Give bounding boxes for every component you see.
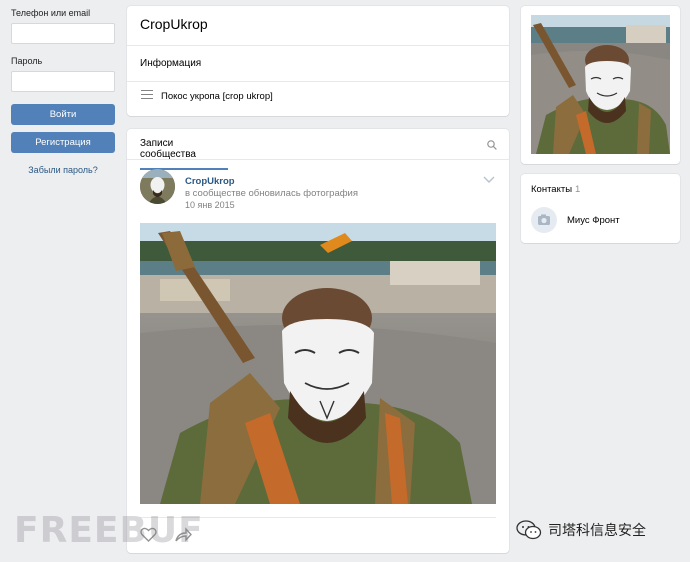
contacts-title-label: Контакты [531, 184, 573, 195]
lines-icon [141, 90, 153, 100]
camera-icon[interactable] [531, 207, 557, 233]
chevron-down-icon[interactable] [483, 176, 495, 184]
password-input[interactable] [11, 71, 115, 92]
phone-input[interactable] [11, 23, 115, 44]
post-action-text: в сообществе обновилась фотография [185, 188, 358, 199]
search-icon[interactable] [487, 140, 497, 150]
tab-community-posts[interactable]: Записи сообщества [140, 138, 228, 170]
page-title: CropUkrop [140, 16, 208, 32]
contacts-count: 1 [575, 184, 581, 195]
divider [127, 45, 509, 46]
avatar[interactable] [140, 169, 175, 204]
login-button[interactable]: Войти [11, 104, 115, 125]
wechat-watermark: 司塔科信息安全 [516, 520, 646, 540]
post-date[interactable]: 10 янв 2015 [185, 200, 235, 210]
password-label: Пароль [11, 56, 43, 66]
community-description: Покос укропа [crop ukrop] [161, 91, 273, 102]
forgot-password-link[interactable]: Забыли пароль? [11, 165, 115, 175]
contacts-title[interactable]: Контакты 1 [531, 184, 580, 195]
contact-name-link[interactable]: Миус Фронт [567, 215, 620, 226]
divider [127, 159, 509, 160]
community-avatar-photo[interactable] [531, 15, 670, 154]
post-author-link[interactable]: CropUkrop [185, 176, 235, 187]
info-link[interactable]: Информация [140, 58, 201, 69]
wechat-icon [516, 520, 542, 540]
post-photo[interactable] [140, 223, 496, 504]
freebuf-watermark: FREEBUF [14, 510, 204, 551]
divider [127, 81, 509, 82]
community-avatar-card [521, 6, 680, 164]
community-header-card: CropUkrop Информация Покос укропа [crop … [127, 6, 509, 116]
login-form: Телефон или email Пароль Войти Регистрац… [11, 8, 115, 175]
contacts-card: Контакты 1 Миус Фронт [521, 174, 680, 243]
wechat-watermark-text: 司塔科信息安全 [548, 523, 646, 539]
wall-card: Записи сообщества CropUkrop в сообществе… [127, 129, 509, 553]
phone-label: Телефон или email [11, 8, 91, 18]
register-button[interactable]: Регистрация [11, 132, 115, 153]
